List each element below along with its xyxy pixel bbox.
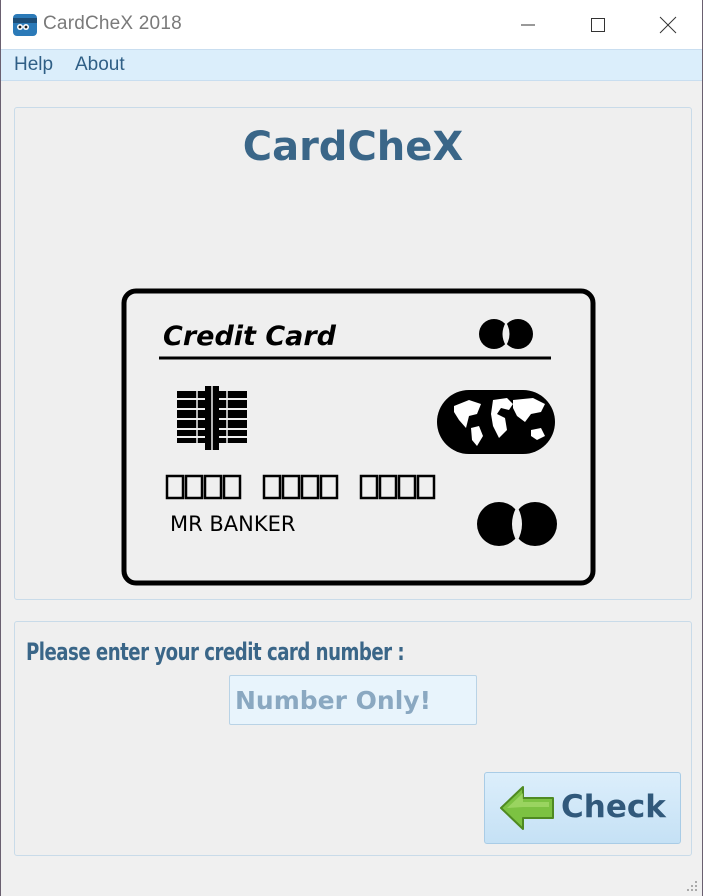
brand-logo-small bbox=[479, 319, 533, 349]
card-preview-panel: CardCheX Credit Card MR BANKER bbox=[14, 107, 692, 600]
card-number-input[interactable] bbox=[229, 675, 477, 725]
minimize-button[interactable] bbox=[493, 0, 563, 49]
close-icon bbox=[659, 16, 677, 33]
resize-grip-icon[interactable] bbox=[686, 880, 698, 892]
world-map-icon bbox=[437, 390, 555, 454]
window-title: CardCheX 2018 bbox=[43, 13, 182, 34]
check-button-label: Check bbox=[561, 789, 666, 825]
menu-bar: Help About bbox=[1, 49, 702, 81]
card-number-groups bbox=[165, 474, 436, 500]
check-button[interactable]: Check bbox=[484, 772, 681, 844]
title-bar[interactable]: CardCheX 2018 bbox=[1, 0, 702, 49]
minimize-icon bbox=[521, 24, 535, 25]
menu-help[interactable]: Help bbox=[14, 54, 53, 76]
card-number-prompt: Please enter your credit card number : bbox=[26, 638, 405, 666]
chip-icon bbox=[177, 386, 247, 450]
green-arrow-left-icon bbox=[500, 786, 554, 830]
credit-card-illustration: Credit Card MR BANKER bbox=[121, 288, 596, 586]
app-heading: CardCheX bbox=[242, 124, 464, 170]
maximize-icon bbox=[591, 17, 605, 32]
close-button[interactable] bbox=[633, 0, 703, 49]
brand-logo-large bbox=[477, 502, 557, 546]
card-label: Credit Card bbox=[163, 321, 337, 352]
maximize-button[interactable] bbox=[563, 0, 633, 49]
card-input-panel: Please enter your credit card number : C… bbox=[14, 621, 692, 856]
app-window: CardCheX 2018 Help About CardCheX Credit… bbox=[0, 0, 703, 896]
menu-about[interactable]: About bbox=[75, 54, 125, 76]
credit-card-icon bbox=[13, 14, 37, 36]
card-holder-name: MR BANKER bbox=[170, 512, 296, 536]
